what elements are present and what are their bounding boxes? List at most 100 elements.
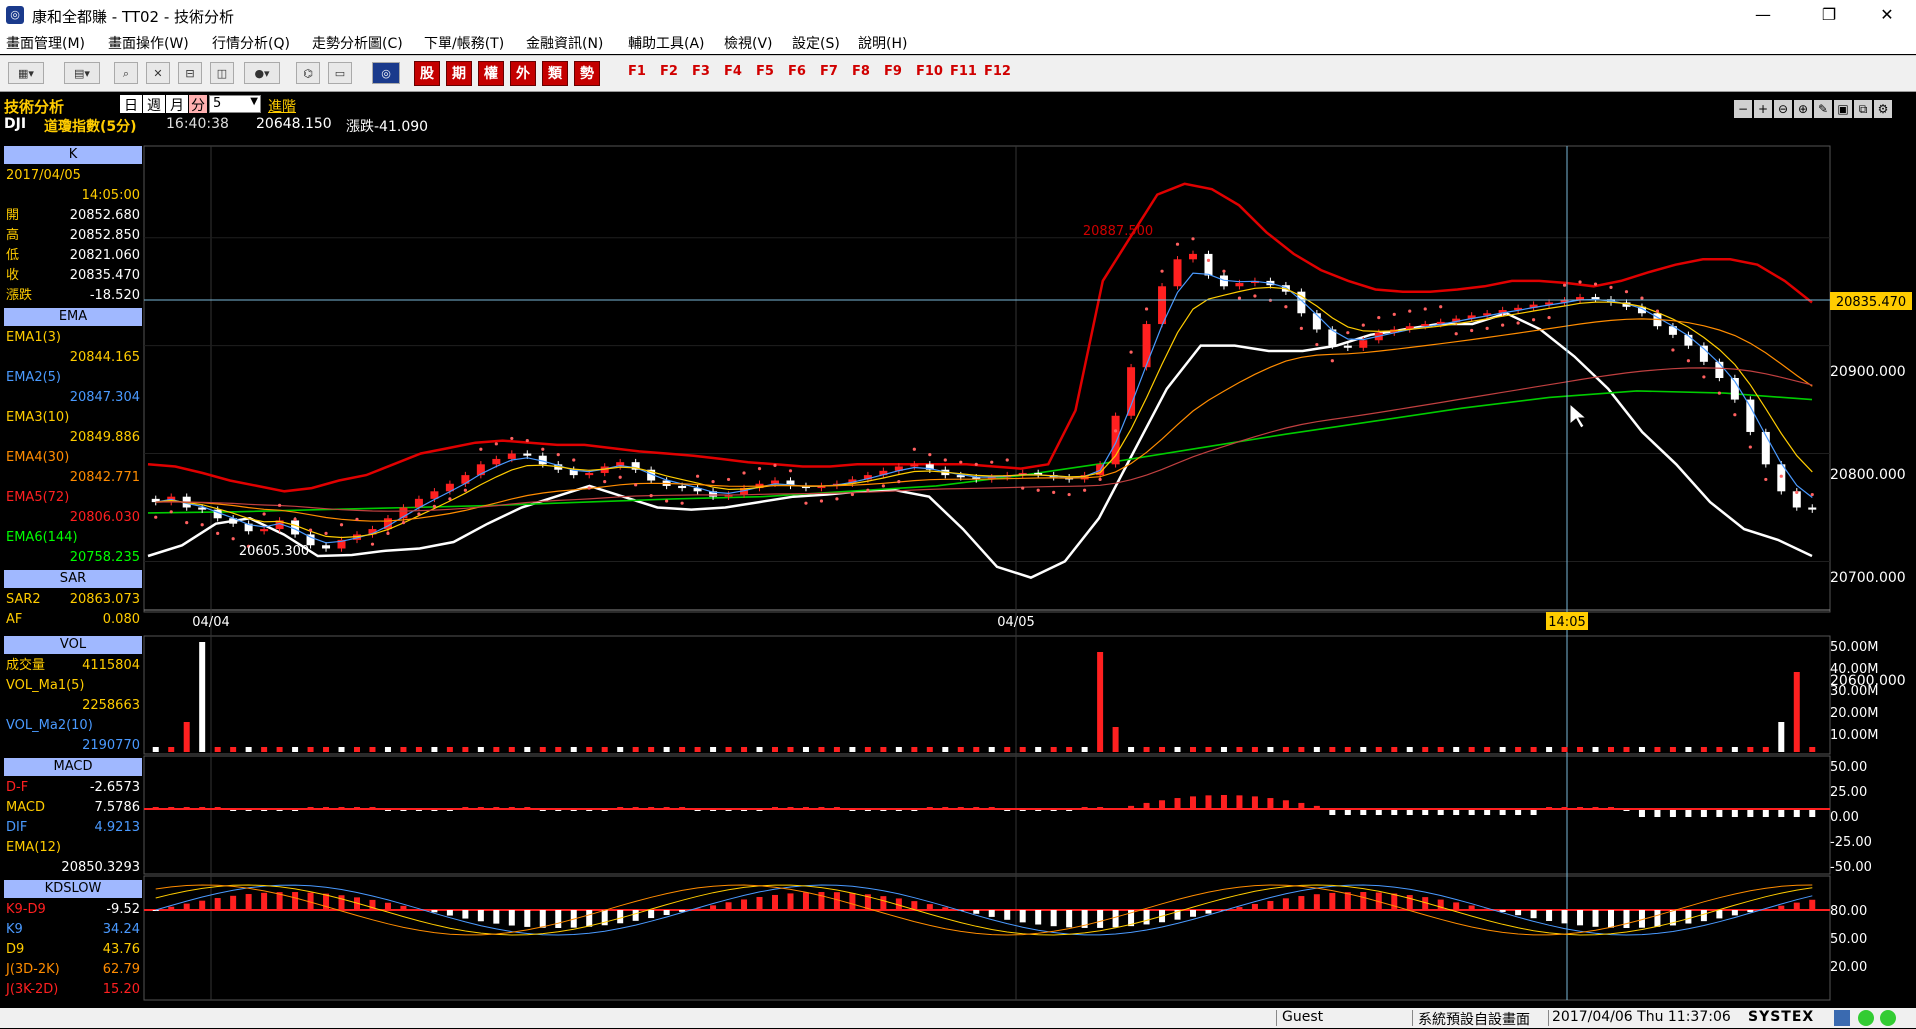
candle-body xyxy=(508,454,516,459)
volume-bar xyxy=(1469,747,1475,752)
f5-button[interactable]: F5 xyxy=(756,64,774,79)
volume-bar xyxy=(1654,747,1660,752)
menu-trend-chart[interactable]: 走勢分析圖(C) xyxy=(312,33,403,53)
quick-options-button[interactable]: 權 xyxy=(478,61,504,86)
period-minute-button[interactable]: 分 xyxy=(189,95,207,113)
sar-dot xyxy=(1006,458,1009,461)
sar-dot xyxy=(278,504,281,507)
advanced-link[interactable]: 進階 xyxy=(268,96,296,116)
sar-dot xyxy=(1068,493,1071,496)
save-chart-icon[interactable]: ▣ xyxy=(1834,100,1852,118)
quick-foreign-button[interactable]: 外 xyxy=(510,61,536,86)
ema4-value: 20842.771 xyxy=(4,468,142,488)
restore-button[interactable]: ❐ xyxy=(1806,0,1852,30)
f12-button[interactable]: F12 xyxy=(984,64,1011,79)
f1-button[interactable]: F1 xyxy=(628,64,646,79)
sar-dot xyxy=(1315,343,1318,346)
layout-icon[interactable]: ▦▾ xyxy=(8,62,44,84)
quick-stock-button[interactable]: 股 xyxy=(414,61,440,86)
quick-category-button[interactable]: 類 xyxy=(542,61,568,86)
menu-screen-operate[interactable]: 畫面操作(W) xyxy=(108,33,189,53)
f2-button[interactable]: F2 xyxy=(660,64,678,79)
candle-body xyxy=(1762,432,1770,464)
volume-bar xyxy=(880,747,886,752)
sar-dot xyxy=(1764,478,1767,481)
volume-bar xyxy=(602,747,608,752)
zoom-out-icon[interactable]: − xyxy=(1734,100,1752,118)
chart-canvas[interactable]: 14:05 20835.470 04/04 04/05 20887.500 20… xyxy=(0,140,1916,1008)
menu-tools[interactable]: 輔助工具(A) xyxy=(628,33,705,53)
sar-dot xyxy=(1439,305,1442,308)
kd-bar xyxy=(261,893,267,910)
sar-dot xyxy=(789,469,792,472)
volume-bar xyxy=(1438,747,1444,752)
f6-button[interactable]: F6 xyxy=(788,64,806,79)
f7-button[interactable]: F7 xyxy=(820,64,838,79)
monitor-icon[interactable]: ▭ xyxy=(328,62,352,84)
minimize-button[interactable]: — xyxy=(1740,0,1786,30)
volume-bar xyxy=(818,747,824,752)
kd-bar xyxy=(1685,910,1691,924)
volume-bar xyxy=(1608,747,1614,752)
period-day-button[interactable]: 日 xyxy=(120,95,142,113)
sar-dot xyxy=(1052,491,1055,494)
macd-ema-value: 20850.3293 xyxy=(4,858,142,878)
quick-futures-button[interactable]: 期 xyxy=(446,61,472,86)
menu-finance-info[interactable]: 金融資訊(N) xyxy=(526,33,603,53)
period-month-button[interactable]: 月 xyxy=(166,95,188,113)
f9-button[interactable]: F9 xyxy=(884,64,902,79)
menu-quote-analysis[interactable]: 行情分析(Q) xyxy=(212,33,290,53)
period-week-button[interactable]: 週 xyxy=(143,95,165,113)
volume-bar xyxy=(1763,747,1769,752)
zoom-icon[interactable]: ⌕ xyxy=(114,62,138,84)
split-v-icon[interactable]: ◫ xyxy=(210,62,234,84)
macd-bar xyxy=(1283,800,1289,809)
crosshair-time-label: 14:05 xyxy=(1548,615,1585,630)
sar-dot xyxy=(1160,270,1163,273)
macd-bar xyxy=(1685,809,1691,817)
kd-bar xyxy=(942,907,948,910)
zoom-in-icon[interactable]: + xyxy=(1754,100,1772,118)
vol-tick-30m: 30.00M xyxy=(1830,684,1878,699)
sar-dot xyxy=(1284,305,1287,308)
macd-bar xyxy=(1747,809,1753,817)
coin-icon[interactable]: ●▾ xyxy=(244,62,280,84)
volume-bar xyxy=(1546,747,1552,752)
candle-body xyxy=(678,486,686,488)
kd-bar xyxy=(1809,900,1815,910)
interval-select[interactable]: 5 ▼ xyxy=(209,95,261,113)
kd-bar xyxy=(1469,905,1475,910)
kd-bar xyxy=(493,910,499,924)
sar-dot xyxy=(1470,329,1473,332)
draw-icon[interactable]: ✎ xyxy=(1814,100,1832,118)
magnify-plus-icon[interactable]: ⊕ xyxy=(1794,100,1812,118)
magnify-minus-icon[interactable]: ⊖ xyxy=(1774,100,1792,118)
f3-button[interactable]: F3 xyxy=(692,64,710,79)
menu-settings[interactable]: 設定(S) xyxy=(792,33,840,53)
quick-trend-button[interactable]: 勢 xyxy=(574,61,600,86)
sar-dot xyxy=(185,521,188,524)
menu-view[interactable]: 檢視(V) xyxy=(724,33,773,53)
f4-button[interactable]: F4 xyxy=(724,64,742,79)
settings-icon[interactable]: ⚙ xyxy=(1874,100,1892,118)
menu-help[interactable]: 說明(H) xyxy=(858,33,907,53)
f11-button[interactable]: F11 xyxy=(950,64,977,79)
volume-bar xyxy=(555,747,561,752)
close-button[interactable]: ✕ xyxy=(1864,0,1910,30)
macd-bar xyxy=(1205,795,1211,809)
logo-icon[interactable]: ◎ xyxy=(372,62,400,84)
menu-order[interactable]: 下單/帳務(T) xyxy=(424,33,504,53)
sar-dot xyxy=(170,510,173,513)
menu-screen-manage[interactable]: 畫面管理(M) xyxy=(6,33,85,53)
save-icon[interactable]: ▤▾ xyxy=(64,62,100,84)
f10-button[interactable]: F10 xyxy=(916,64,943,79)
volume-bar xyxy=(540,747,546,752)
sar-dot xyxy=(263,512,266,515)
close-window-icon[interactable]: ✕ xyxy=(146,62,170,84)
kd-bar xyxy=(292,892,298,910)
kd-bar xyxy=(648,910,654,918)
network-icon[interactable]: ⌬ xyxy=(296,62,320,84)
copy-icon[interactable]: ⧉ xyxy=(1854,100,1872,118)
split-h-icon[interactable]: ⊟ xyxy=(178,62,202,84)
f8-button[interactable]: F8 xyxy=(852,64,870,79)
